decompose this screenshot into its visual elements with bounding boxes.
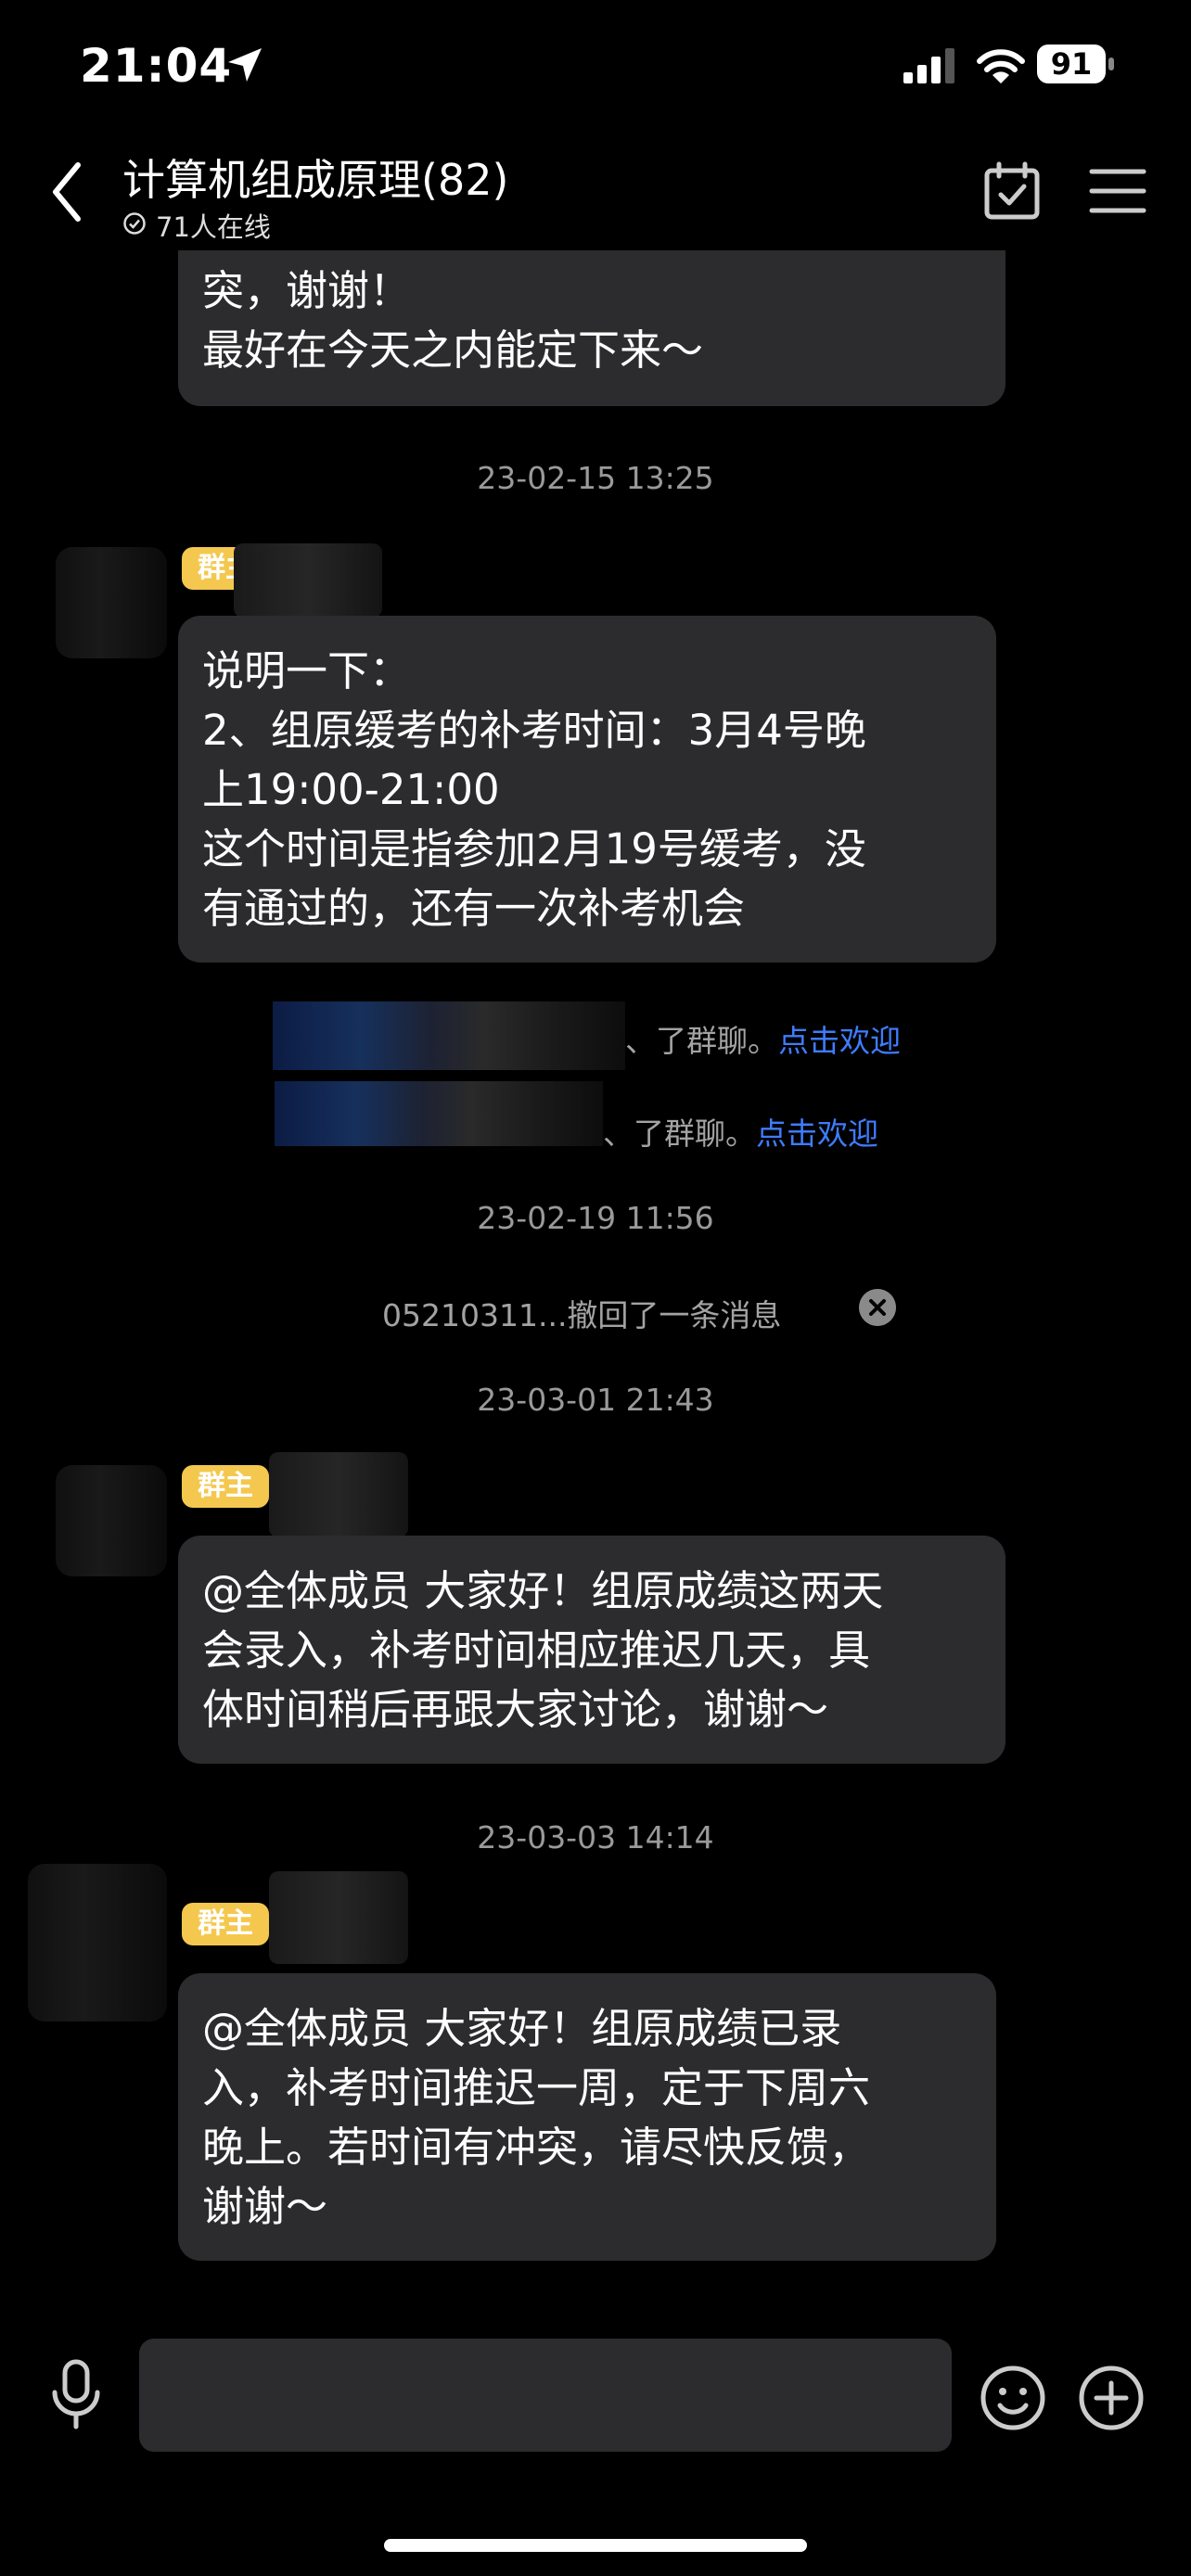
back-icon[interactable]	[46, 158, 87, 226]
message-line: 体时间稍后再跟大家讨论，谢谢～	[202, 1685, 829, 1734]
message-line: 这个时间是指参加2月19号缓考，没	[202, 824, 866, 874]
message-line: 2、组原缓考的补考时间：3月4号晚	[202, 706, 866, 755]
avatar[interactable]	[56, 547, 167, 658]
blurred-names	[273, 1001, 625, 1070]
message-line: 谢谢～	[202, 2182, 328, 2231]
message-line: 有通过的，还有一次补考机会	[202, 884, 746, 933]
menu-icon[interactable]	[1089, 167, 1146, 215]
timestamp: 23-02-19 11:56	[477, 1200, 714, 1236]
message-line: 入，补考时间推迟一周，定于下周六	[202, 2063, 871, 2112]
timestamp: 23-02-15 13:25	[477, 460, 714, 496]
message-line: 突，谢谢！	[202, 266, 412, 315]
chat-title: 计算机组成原理(82)	[122, 155, 509, 205]
plus-icon[interactable]	[1078, 2365, 1145, 2431]
location-arrow-icon	[228, 48, 262, 82]
battery-icon: 91	[1037, 45, 1115, 85]
mic-icon[interactable]	[48, 2359, 104, 2429]
message-line: @全体成员 大家好！组原成绩已录	[202, 2004, 842, 2053]
message-line: 说明一下：	[202, 646, 412, 695]
battery-level: 91	[1050, 46, 1093, 82]
online-count: 71人在线	[156, 211, 271, 243]
owner-badge: 群主	[182, 1903, 269, 1945]
avatar[interactable]	[56, 1465, 167, 1576]
calendar-check-icon[interactable]	[983, 161, 1041, 221]
message-bubble[interactable]: 说明一下： 2、组原缓考的补考时间：3月4号晚 上19:00-21:00 这个时…	[178, 616, 996, 963]
wifi-icon	[977, 49, 1025, 83]
message-bubble[interactable]: @全体成员 大家好！组原成绩已录 入，补考时间推迟一周，定于下周六 晚上。若时间…	[178, 1973, 996, 2261]
system-message: 、了群聊。点击欢迎	[603, 1116, 878, 1152]
message-line: 晚上。若时间有冲突，请尽快反馈，	[202, 2123, 871, 2172]
timestamp: 23-03-01 21:43	[477, 1382, 714, 1418]
system-message: 、了群聊。点击欢迎	[625, 1023, 901, 1059]
close-icon[interactable]	[859, 1289, 896, 1326]
recall-notice: 05210311...撤回了一条消息	[382, 1297, 782, 1333]
message-input[interactable]	[139, 2339, 952, 2452]
message-line: 会录入，补考时间相应推迟几天，具	[202, 1626, 871, 1675]
timestamp: 23-03-03 14:14	[477, 1819, 714, 1855]
welcome-link[interactable]: 点击欢迎	[756, 1116, 878, 1152]
status-time: 21:04	[80, 39, 233, 93]
welcome-link[interactable]: 点击欢迎	[778, 1023, 901, 1059]
home-indicator[interactable]	[384, 2539, 807, 2552]
sender-name	[269, 1871, 408, 1964]
signal-icon	[903, 48, 954, 83]
message-bubble[interactable]: @全体成员 大家好！组原成绩这两天 会录入，补考时间相应推迟几天，具 体时间稍后…	[178, 1536, 1005, 1764]
online-status-icon	[123, 212, 146, 235]
sender-name	[269, 1452, 408, 1537]
owner-badge: 群主	[182, 1465, 269, 1508]
emoji-icon[interactable]	[980, 2365, 1046, 2431]
message-line: 最好在今天之内能定下来～	[202, 325, 704, 375]
message-line: @全体成员 大家好！组原成绩这两天	[202, 1566, 884, 1615]
blurred-names	[275, 1081, 603, 1146]
avatar[interactable]	[28, 1864, 167, 2021]
message-bubble[interactable]: 突，谢谢！ 最好在今天之内能定下来～	[178, 250, 1005, 406]
sender-name	[234, 543, 382, 618]
message-line: 上19:00-21:00	[202, 765, 500, 814]
